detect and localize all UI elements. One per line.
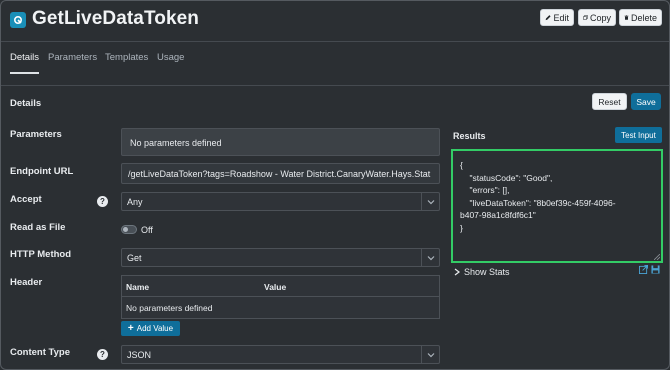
content-type-label: Content Type bbox=[10, 347, 70, 358]
header-column-value: Value bbox=[264, 282, 287, 292]
section-title: Details bbox=[10, 98, 42, 109]
header-label: Header bbox=[10, 277, 43, 288]
tab-details[interactable]: Details bbox=[10, 52, 39, 63]
delete-label: Delete bbox=[630, 12, 657, 23]
content-type-value: JSON bbox=[127, 350, 152, 360]
chevron-down-icon bbox=[421, 346, 439, 363]
results-output[interactable]: { "statusCode": "Good", "errors": [], "l… bbox=[451, 149, 663, 263]
chevron-down-icon bbox=[421, 249, 439, 266]
parameters-label: Parameters bbox=[10, 129, 62, 140]
copy-icon bbox=[583, 15, 588, 20]
app-window: GetLiveDataToken Edit Copy Delete Detail… bbox=[0, 0, 670, 370]
json-line: "errors": [], bbox=[460, 185, 510, 195]
add-value-button[interactable]: + Add Value bbox=[121, 321, 180, 336]
test-input-button[interactable]: Test Input bbox=[615, 127, 662, 143]
tab-parameters[interactable]: Parameters bbox=[48, 52, 97, 63]
tab-usage[interactable]: Usage bbox=[157, 52, 184, 63]
header-column-name: Name bbox=[126, 282, 150, 292]
copy-button[interactable]: Copy bbox=[578, 9, 616, 26]
content-type-select[interactable]: JSON bbox=[121, 345, 440, 364]
external-link-icon[interactable] bbox=[639, 265, 648, 274]
chevron-right-icon bbox=[454, 268, 460, 276]
active-tab-indicator bbox=[10, 72, 39, 74]
tabs-divider bbox=[1, 85, 669, 86]
http-method-label: HTTP Method bbox=[10, 249, 72, 260]
page-header: GetLiveDataToken Edit Copy Delete bbox=[1, 1, 669, 41]
save-button[interactable]: Save bbox=[631, 93, 661, 110]
show-stats-label: Show Stats bbox=[464, 267, 510, 277]
accept-value: Any bbox=[127, 197, 143, 207]
toggle-knob bbox=[123, 227, 128, 232]
header-divider bbox=[1, 41, 669, 42]
http-method-select[interactable]: Get bbox=[121, 248, 440, 267]
accept-label: Accept bbox=[10, 194, 42, 205]
table-divider bbox=[122, 296, 439, 297]
edit-label: Edit bbox=[553, 12, 569, 23]
parameters-empty-box: No parameters defined bbox=[121, 128, 440, 156]
http-method-value: Get bbox=[127, 253, 142, 263]
add-value-label: Add Value bbox=[136, 324, 174, 333]
tab-templates[interactable]: Templates bbox=[105, 52, 148, 63]
json-line: b407-98a1c8fdf6c1" bbox=[460, 210, 536, 220]
show-stats-toggle[interactable]: Show Stats bbox=[454, 267, 510, 277]
tab-bar: Details Parameters Templates Usage bbox=[1, 44, 669, 72]
endpoint-url-label: Endpoint URL bbox=[10, 166, 74, 177]
results-title: Results bbox=[453, 131, 486, 141]
page-title: GetLiveDataToken bbox=[32, 8, 200, 29]
json-line: "statusCode": "Good", bbox=[460, 172, 553, 183]
accept-select[interactable]: Any bbox=[121, 192, 440, 211]
json-line: { bbox=[460, 160, 463, 170]
copy-label: Copy bbox=[589, 12, 611, 23]
api-icon bbox=[10, 12, 26, 28]
header-table: Name Value No parameters defined bbox=[121, 275, 440, 319]
resize-handle-icon[interactable] bbox=[654, 254, 660, 260]
read-as-file-state: Off bbox=[141, 225, 153, 235]
endpoint-url-input[interactable]: /getLiveDataToken?tags=Roadshow - Water … bbox=[121, 163, 440, 184]
header-empty-text: No parameters defined bbox=[126, 303, 213, 313]
reset-button[interactable]: Reset bbox=[592, 93, 627, 110]
accept-help-icon[interactable]: ? bbox=[97, 196, 108, 207]
save-icon[interactable] bbox=[651, 265, 660, 274]
json-line: "liveDataToken": "8b0ef39c-459f-4096- bbox=[460, 197, 616, 208]
read-as-file-label: Read as File bbox=[10, 222, 66, 233]
chevron-down-icon bbox=[421, 193, 439, 210]
plus-icon: + bbox=[127, 323, 134, 334]
edit-button[interactable]: Edit bbox=[540, 9, 574, 26]
json-line: } bbox=[460, 222, 463, 233]
pencil-icon bbox=[545, 15, 551, 21]
trash-icon bbox=[624, 15, 629, 20]
delete-button[interactable]: Delete bbox=[619, 9, 662, 26]
content-type-help-icon[interactable]: ? bbox=[97, 349, 108, 360]
read-as-file-toggle[interactable] bbox=[121, 225, 137, 234]
